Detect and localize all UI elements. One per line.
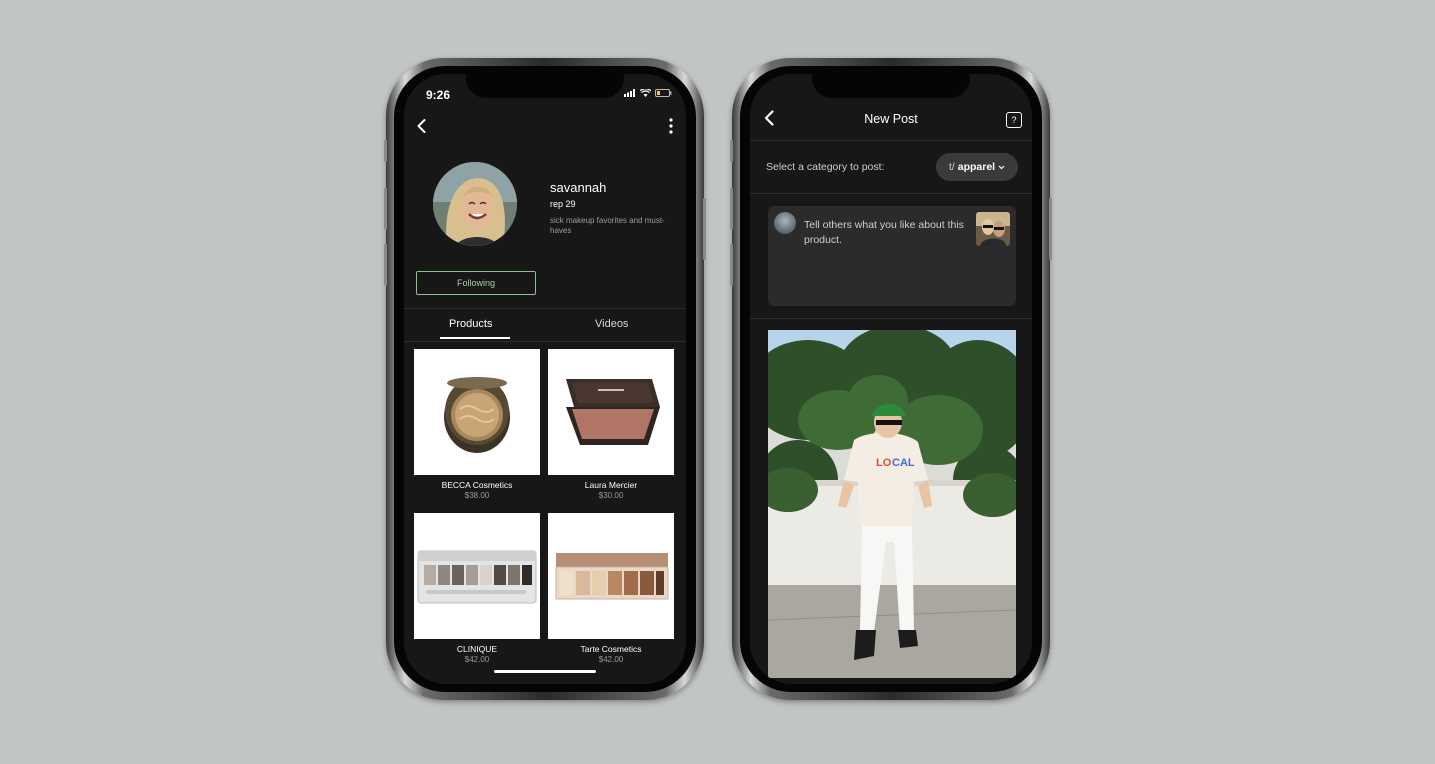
volume-up-button [384, 188, 387, 230]
following-button[interactable]: Following [416, 271, 536, 295]
product-brand: BECCA Cosmetics [441, 480, 513, 490]
chevron-down-icon [998, 165, 1005, 169]
divider [404, 341, 686, 342]
volume-down-button [384, 244, 387, 286]
notch [812, 74, 970, 98]
profile-rep: rep 29 [550, 199, 576, 209]
more-vertical-icon[interactable] [666, 116, 676, 136]
thumbnail-photo [976, 212, 1010, 246]
product-price: $42.00 [598, 655, 624, 664]
tab-products[interactable]: Products [449, 318, 492, 330]
product-brand: Laura Mercier [584, 480, 638, 490]
divider [404, 308, 686, 309]
product-brand: Tarte Cosmetics [580, 644, 642, 654]
profile-screen: 9:26 savannah rep 29 sick makeup favorit… [404, 74, 686, 684]
attached-image-thumbnail[interactable] [976, 212, 1010, 246]
volume-down-button [730, 244, 733, 286]
divider [750, 318, 1032, 319]
product-price: $42.00 [464, 655, 490, 664]
back-chevron-icon[interactable] [412, 116, 432, 136]
mute-switch [384, 140, 387, 162]
product-card-becca[interactable] [414, 349, 540, 475]
post-photo[interactable]: LO CAL [768, 330, 1016, 678]
status-time: 9:26 [426, 88, 451, 102]
category-label: Select a category to post: [766, 161, 885, 173]
status-icons [624, 89, 672, 97]
compact-powder-image [444, 377, 510, 453]
new-post-screen: New Post ? Select a category to post: t/… [750, 74, 1032, 684]
divider [750, 193, 1032, 194]
svg-text:LO: LO [876, 457, 892, 469]
avatar-photo [433, 162, 517, 246]
notch [466, 74, 624, 98]
battery-icon [655, 89, 672, 97]
product-card-clinique[interactable] [414, 513, 540, 639]
compose-box[interactable]: Tell others what you like about this pro… [768, 206, 1016, 306]
profile-username: savannah [550, 180, 607, 195]
power-button [1049, 198, 1052, 260]
eyeshadow-palette-grey-image [417, 550, 537, 604]
outfit-photo: LO CAL [768, 330, 1016, 678]
product-price: $30.00 [598, 491, 624, 500]
power-button [703, 198, 706, 260]
product-card-laura-mercier[interactable] [548, 349, 674, 475]
home-indicator[interactable] [494, 670, 596, 673]
mute-switch [730, 140, 733, 162]
user-avatar [774, 212, 796, 234]
help-icon[interactable]: ? [1006, 112, 1022, 128]
svg-text:CAL: CAL [892, 457, 915, 469]
category-prefix: t/ [948, 161, 955, 173]
product-card-tarte[interactable] [548, 513, 674, 639]
phone-frame-new-post: New Post ? Select a category to post: t/… [730, 58, 1052, 700]
category-value: apparel [957, 161, 996, 173]
signal-icon [624, 89, 635, 97]
profile-bio: sick makeup favorites and must-haves [550, 216, 665, 235]
product-price: $38.00 [464, 491, 490, 500]
compose-placeholder[interactable]: Tell others what you like about this pro… [804, 218, 964, 248]
tab-videos[interactable]: Videos [595, 318, 628, 330]
blush-compact-image [566, 379, 660, 445]
category-select[interactable]: t/ apparel [936, 153, 1018, 181]
eyeshadow-palette-nude-image [555, 553, 669, 600]
avatar[interactable] [433, 162, 517, 246]
page-title: New Post [864, 112, 918, 126]
active-tab-indicator [440, 337, 510, 339]
wifi-icon [640, 89, 651, 97]
volume-up-button [730, 188, 733, 230]
phone-frame-profile: 9:26 savannah rep 29 sick makeup favorit… [384, 58, 706, 700]
divider [750, 140, 1032, 141]
product-brand: CLINIQUE [456, 644, 498, 654]
